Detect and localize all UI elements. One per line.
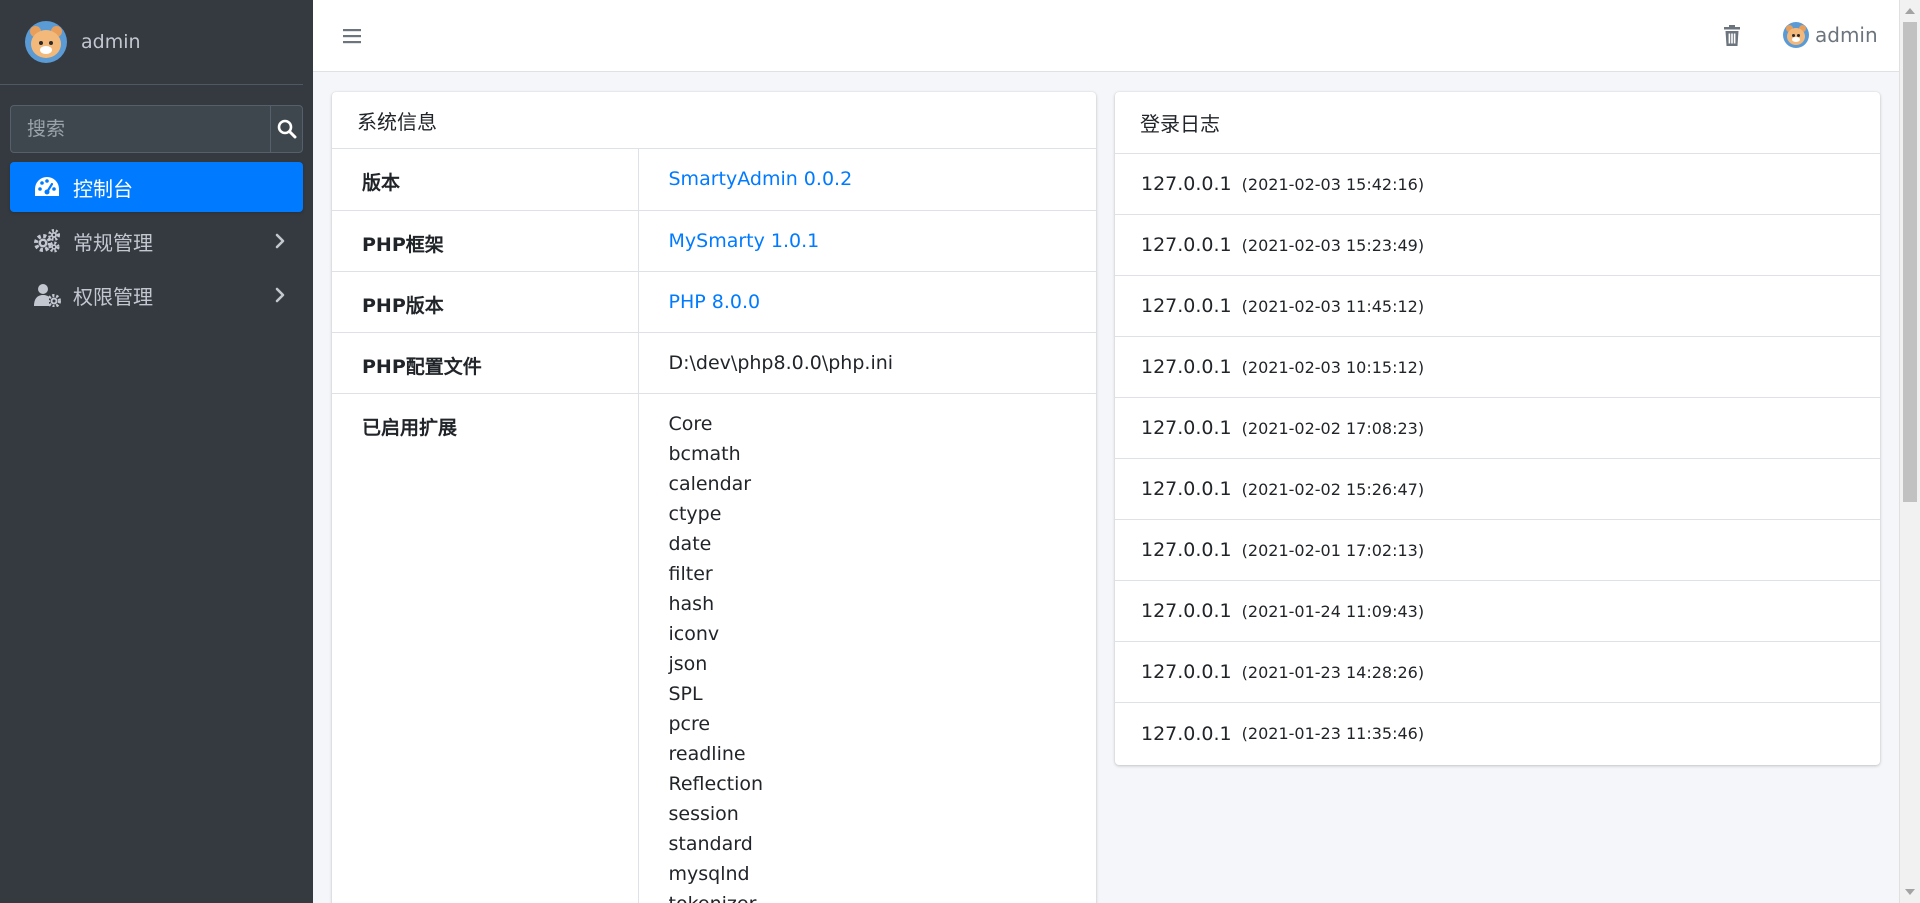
log-time: (2021-01-23 14:28:26) <box>1241 662 1425 682</box>
login-log-card: 登录日志 127.0.0.1 (2021-02-03 15:42:16) 127.… <box>1115 92 1880 765</box>
row-value-link[interactable]: MySmarty 1.0.1 <box>638 209 1096 271</box>
sidebar-item-dashboard[interactable]: 控制台 <box>10 162 303 212</box>
chevron-right-icon <box>275 233 285 249</box>
list-item: 127.0.0.1 (2021-02-03 11:45:12) <box>1115 276 1880 337</box>
trash-icon[interactable] <box>1723 25 1741 47</box>
avatar <box>25 21 67 63</box>
extension-item: ctype <box>668 502 722 525</box>
log-time: (2021-01-23 11:35:46) <box>1241 724 1425 743</box>
extension-item: iconv <box>668 622 720 645</box>
avatar <box>1783 22 1809 48</box>
sidebar-nav: 控制台 常规管理 权限管理 <box>10 162 303 324</box>
log-ip: 127.0.0.1 <box>1141 295 1232 317</box>
table-row: 版本 SmartyAdmin 0.0.2 <box>332 149 1096 210</box>
log-time: (2021-02-03 15:23:49) <box>1241 235 1425 255</box>
extension-item: mysqlnd <box>668 862 750 885</box>
extension-item: SPL <box>668 682 703 705</box>
log-time: (2021-02-03 11:45:12) <box>1241 296 1425 316</box>
dashboard-icon <box>33 173 61 201</box>
extension-item: json <box>668 652 708 675</box>
list-item: 127.0.0.1 (2021-02-03 15:42:16) <box>1115 154 1880 215</box>
row-value-link[interactable]: SmartyAdmin 0.0.2 <box>638 149 1096 210</box>
extension-item: Core <box>668 412 713 435</box>
table-row: PHP框架 MySmarty 1.0.1 <box>332 209 1096 271</box>
card-title: 登录日志 <box>1115 92 1880 154</box>
row-key: PHP配置文件 <box>332 331 639 393</box>
table-row: PHP配置文件 D:\dev\php8.0.0\php.ini <box>332 331 1096 393</box>
row-value-link[interactable]: PHP 8.0.0 <box>638 270 1096 332</box>
user-cog-icon <box>33 281 61 309</box>
log-ip: 127.0.0.1 <box>1141 356 1232 378</box>
user-panel[interactable]: admin <box>0 0 303 85</box>
row-key: 版本 <box>332 149 639 210</box>
sidebar-item-general[interactable]: 常规管理 <box>10 216 303 266</box>
sidebar: admin 控制台 <box>0 0 313 903</box>
row-key: 已启用扩展 <box>332 392 639 903</box>
sidebar-item-label: 常规管理 <box>73 230 153 255</box>
list-item: 127.0.0.1 (2021-02-02 15:26:47) <box>1115 459 1880 520</box>
extension-item: session <box>668 802 739 825</box>
user-menu[interactable]: admin <box>1783 22 1878 48</box>
top-user-name: admin <box>1815 23 1878 47</box>
extension-item: pcre <box>668 712 711 735</box>
list-item: 127.0.0.1 (2021-02-02 17:08:23) <box>1115 398 1880 459</box>
log-time: (2021-02-02 17:08:23) <box>1241 418 1425 438</box>
list-item: 127.0.0.1 (2021-01-23 14:28:26) <box>1115 642 1880 703</box>
sidebar-item-label: 控制台 <box>73 176 133 201</box>
row-value: D:\dev\php8.0.0\php.ini <box>638 331 1096 393</box>
extension-item: Reflection <box>668 772 764 795</box>
sidebar-user-name[interactable]: admin <box>81 31 141 53</box>
table-row: PHP版本 PHP 8.0.0 <box>332 270 1096 332</box>
login-log-list: 127.0.0.1 (2021-02-03 15:42:16) 127.0.0.1… <box>1115 154 1880 764</box>
log-ip: 127.0.0.1 <box>1141 173 1232 195</box>
log-time: (2021-02-03 15:42:16) <box>1241 174 1425 194</box>
list-item: 127.0.0.1 (2021-01-23 11:35:46) <box>1115 703 1880 764</box>
log-ip: 127.0.0.1 <box>1141 417 1232 439</box>
list-item: 127.0.0.1 (2021-01-24 11:09:43) <box>1115 581 1880 642</box>
extension-item: tokenizer <box>669 889 1067 903</box>
table-row: 已启用扩展 Core bcmath calendar ctype date fi… <box>332 392 1096 903</box>
card-title: 系统信息 <box>332 92 1096 149</box>
log-time: (2021-01-24 11:09:43) <box>1241 601 1425 621</box>
log-ip: 127.0.0.1 <box>1141 722 1232 745</box>
list-item: 127.0.0.1 (2021-02-01 17:02:13) <box>1115 520 1880 581</box>
extension-item: hash <box>668 592 715 615</box>
log-ip: 127.0.0.1 <box>1141 600 1232 622</box>
sidebar-item-label: 权限管理 <box>73 284 153 309</box>
log-ip: 127.0.0.1 <box>1141 661 1232 683</box>
row-key: PHP框架 <box>332 209 639 271</box>
extension-item: filter <box>668 562 713 585</box>
log-ip: 127.0.0.1 <box>1141 234 1232 256</box>
log-time: (2021-02-03 10:15:12) <box>1241 357 1425 377</box>
extension-item: bcmath <box>668 442 741 465</box>
sidebar-search <box>10 105 303 153</box>
cogs-icon <box>33 227 61 255</box>
log-time: (2021-02-02 15:26:47) <box>1241 479 1425 499</box>
extension-item: calendar <box>668 472 752 495</box>
system-info-table: 版本 SmartyAdmin 0.0.2 PHP框架 MySmarty 1.0.… <box>332 149 1096 903</box>
search-button[interactable] <box>270 106 302 152</box>
extension-item: date <box>668 532 712 555</box>
page-scrollbar[interactable] <box>1899 0 1920 903</box>
system-info-card: 系统信息 版本 SmartyAdmin 0.0.2 PHP框架 MySmarty… <box>332 92 1096 903</box>
top-navbar: admin <box>313 0 1899 72</box>
scroll-up-arrow-icon[interactable] <box>1905 8 1915 14</box>
row-key: PHP版本 <box>332 270 639 332</box>
list-item: 127.0.0.1 (2021-02-03 15:23:49) <box>1115 215 1880 276</box>
search-icon <box>277 119 296 139</box>
menu-toggle-icon[interactable] <box>343 27 361 45</box>
log-ip: 127.0.0.1 <box>1141 478 1232 500</box>
sidebar-item-permissions[interactable]: 权限管理 <box>10 270 303 320</box>
scroll-down-arrow-icon[interactable] <box>1905 889 1915 895</box>
search-input[interactable] <box>11 106 270 152</box>
list-item: 127.0.0.1 (2021-02-03 10:15:12) <box>1115 337 1880 398</box>
log-ip: 127.0.0.1 <box>1141 539 1232 561</box>
chevron-right-icon <box>275 287 285 303</box>
scrollbar-thumb[interactable] <box>1903 22 1917 502</box>
log-time: (2021-02-01 17:02:13) <box>1241 540 1425 560</box>
extension-item: standard <box>668 832 753 855</box>
extension-item: readline <box>668 742 746 765</box>
extensions-list: Core bcmath calendar ctype date filter h… <box>638 392 1096 903</box>
